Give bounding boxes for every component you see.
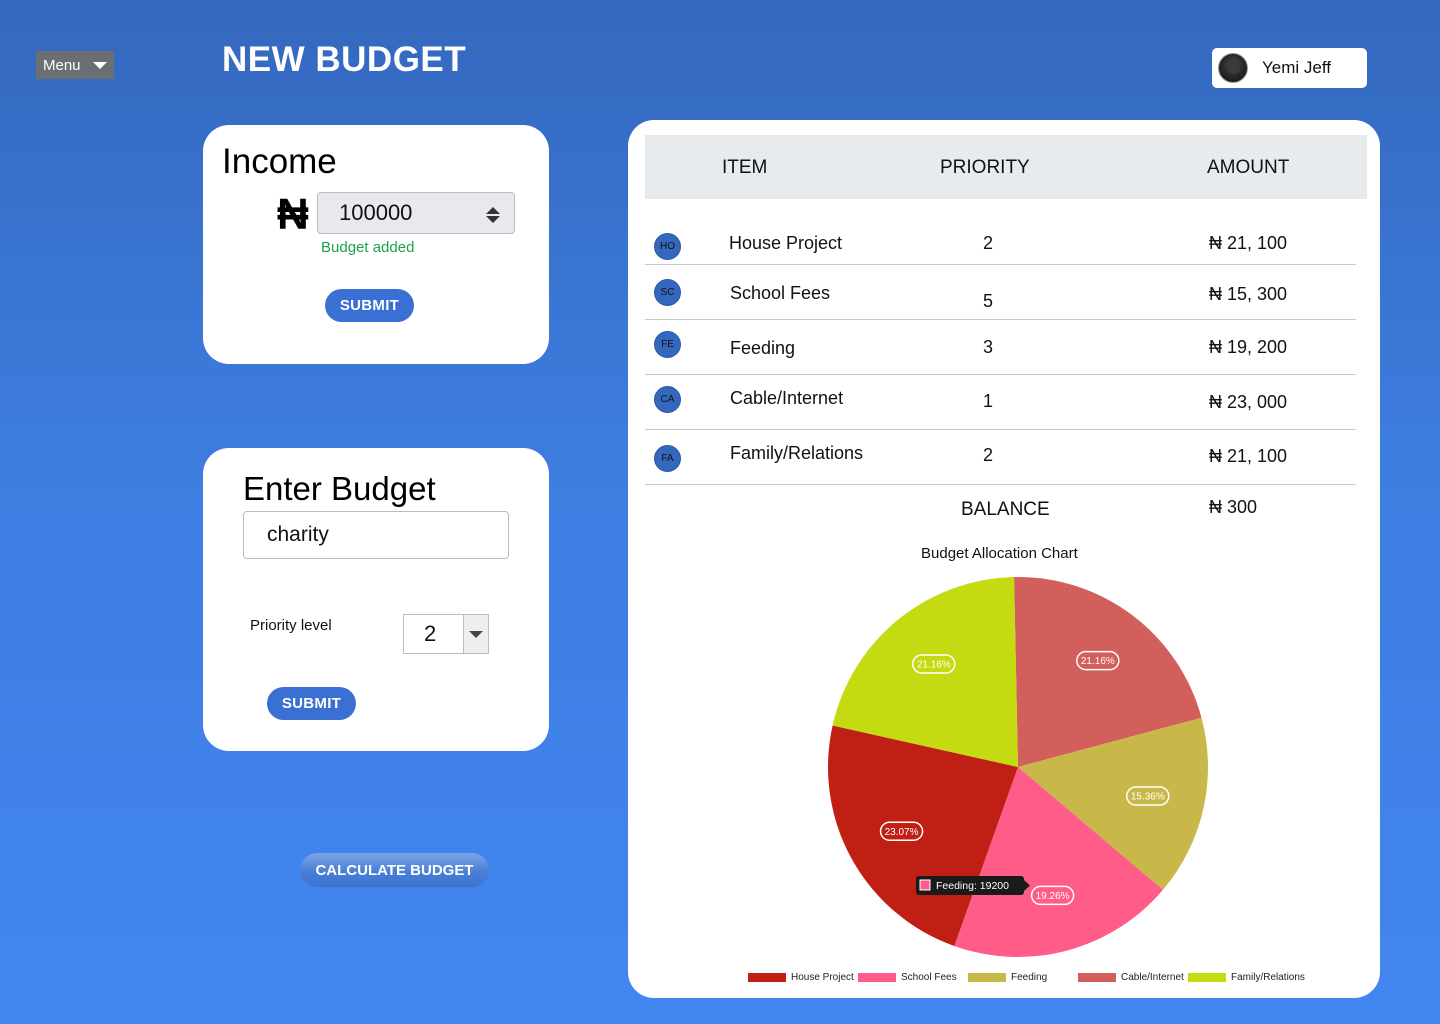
legend-item[interactable]: School Fees (858, 972, 957, 983)
row-badge: FE (654, 331, 681, 358)
legend-item[interactable]: Cable/Internet (1078, 972, 1184, 983)
table-cell-priority: 1 (983, 391, 994, 411)
priority-level-value: 2 (424, 621, 437, 646)
income-amount-input[interactable]: 100000 (317, 192, 515, 234)
tooltip-text: Feeding: 19200 (936, 880, 1009, 892)
spinner-icon[interactable] (486, 207, 500, 223)
row-divider (645, 484, 1356, 485)
svg-text:21.16%: 21.16% (917, 660, 951, 671)
svg-text:23.07%: 23.07% (885, 827, 919, 838)
row-badge: SC (654, 279, 681, 306)
table-cell-item: Feeding (730, 338, 796, 358)
priority-level-label: Priority level (250, 617, 332, 634)
table-cell-amount: ₦ 15, 300 (1209, 284, 1288, 304)
table-cell-priority: 3 (983, 337, 994, 357)
row-divider (645, 374, 1356, 375)
table-cell-item: Cable/Internet (730, 388, 844, 408)
legend-label: Feeding (1011, 972, 1048, 983)
user-name: Yemi Jeff (1262, 58, 1331, 77)
svg-text:21.16%: 21.16% (1081, 656, 1115, 667)
table-cell-priority: 2 (983, 445, 994, 465)
enter-budget-heading: Enter Budget (243, 470, 436, 507)
budget-item-value: charity (267, 523, 329, 546)
legend-item[interactable]: House Project (748, 972, 854, 983)
avatar (1218, 53, 1248, 83)
legend-swatch (1188, 973, 1226, 982)
calculate-budget-button[interactable]: CALCULATE BUDGET (300, 853, 489, 887)
column-header-priority: PRIORITY (940, 157, 1030, 178)
chevron-down-icon[interactable] (463, 615, 488, 653)
tooltip-swatch (919, 879, 931, 891)
table-cell-amount: ₦ 21, 100 (1209, 446, 1288, 466)
row-badge: CA (654, 386, 681, 413)
legend-swatch (1078, 973, 1116, 982)
table-cell-priority: 2 (983, 233, 994, 253)
legend-swatch (968, 973, 1006, 982)
chart-tooltip: Feeding: 19200 (916, 876, 1030, 895)
page-title: NEW BUDGET (222, 40, 467, 79)
legend-label: Cable/Internet (1121, 972, 1184, 983)
table-cell-priority: 5 (983, 291, 994, 311)
table-cell-amount: ₦ 23, 000 (1209, 392, 1288, 412)
table-cell-item: House Project (729, 233, 843, 253)
balance-value: ₦ 300 (1209, 497, 1258, 517)
naira-icon: ₦ (277, 190, 309, 239)
income-heading: Income (222, 142, 337, 181)
chevron-down-icon (93, 62, 107, 69)
svg-text:19.26%: 19.26% (1036, 891, 1070, 902)
table-cell-amount: ₦ 21, 100 (1209, 233, 1288, 253)
legend-item[interactable]: Family/Relations (1188, 972, 1305, 983)
table-cell-item: Family/Relations (730, 443, 864, 463)
priority-level-select[interactable]: 2 (403, 614, 489, 654)
svg-text:15.36%: 15.36% (1131, 792, 1165, 803)
pie-chart: 21.16% 15.36% 19.26% 23.07% 21.16% Feeding: … (828, 577, 1208, 957)
table-header: ITEM PRIORITY AMOUNT (645, 135, 1367, 199)
legend-swatch (748, 973, 786, 982)
column-header-amount: AMOUNT (1207, 157, 1290, 178)
menu-button[interactable]: Menu (36, 51, 114, 79)
column-header-item: ITEM (722, 157, 768, 178)
user-profile-chip[interactable]: Yemi Jeff (1212, 48, 1367, 88)
menu-label: Menu (43, 56, 81, 74)
legend-label: School Fees (901, 972, 957, 983)
table-cell-amount: ₦ 19, 200 (1209, 337, 1288, 357)
income-submit-button[interactable]: SUBMIT (325, 289, 414, 322)
row-divider (645, 429, 1356, 430)
table-cell-item: School Fees (730, 283, 831, 303)
legend-swatch (858, 973, 896, 982)
row-divider (645, 264, 1356, 265)
legend-label: House Project (791, 972, 854, 983)
budget-item-input[interactable]: charity (243, 511, 509, 559)
row-badge: FA (654, 445, 681, 472)
row-divider (645, 319, 1356, 320)
legend-label: Family/Relations (1231, 972, 1305, 983)
row-badge: HO (654, 233, 681, 260)
balance-label: BALANCE (961, 499, 1050, 520)
budget-submit-button[interactable]: SUBMIT (267, 687, 356, 720)
legend-item[interactable]: Feeding (968, 972, 1047, 983)
income-amount-value: 100000 (339, 200, 413, 225)
income-status-text: Budget added (321, 239, 415, 256)
